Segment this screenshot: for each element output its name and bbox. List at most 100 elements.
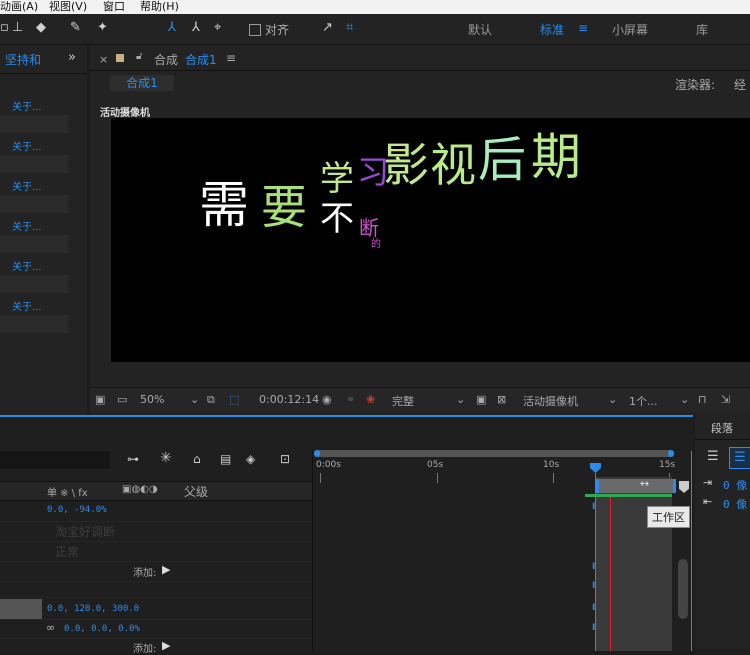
comp-color-swatch — [116, 54, 124, 62]
region-of-interest-icon[interactable]: ▣ — [95, 393, 105, 406]
scale-value[interactable]: 0.0, -94.0% — [47, 505, 107, 515]
chevron-down-icon[interactable]: ⌄ — [608, 393, 617, 406]
keyframe-marker[interactable]: I — [592, 562, 595, 572]
keyframe-marker[interactable]: I — [592, 623, 595, 633]
left-link[interactable]: 关于... — [12, 98, 42, 113]
camera-icon[interactable]: ◉ — [322, 393, 332, 406]
ruler-tick — [553, 473, 554, 483]
workspace-library[interactable]: 库 — [696, 21, 708, 38]
composition-viewer[interactable]: 需 要 学 习 不 断 的 影 视 后 期 — [111, 118, 750, 362]
frame-blending-icon[interactable]: ▤ — [220, 452, 231, 466]
view-axis-icon[interactable]: ⌖ — [214, 20, 221, 35]
keyframe-marker[interactable]: I — [592, 581, 595, 591]
vertical-scrollbar[interactable] — [678, 559, 688, 619]
shy-icon[interactable]: ⌂ — [193, 452, 201, 466]
align-left-icon[interactable]: ☰ — [707, 449, 719, 464]
position-value[interactable]: 0.0, 120.0, 300.0 — [47, 604, 139, 614]
left-link[interactable]: 关于... — [12, 178, 42, 193]
layer-row[interactable]: 0.0, -94.0% — [0, 501, 312, 522]
snap-checkbox[interactable] — [249, 24, 261, 36]
menu-help[interactable]: 帮助(H) — [140, 0, 179, 14]
left-link[interactable]: 关于... — [12, 298, 42, 313]
ghost-option: 正常 — [55, 545, 80, 559]
puppet-pin-icon[interactable]: ✦ — [97, 20, 108, 35]
lock-icon[interactable]: 🔓︎ — [136, 51, 142, 62]
navigator-end-handle[interactable] — [668, 450, 674, 457]
menu-window[interactable]: 窗口 — [103, 0, 125, 14]
layer-row[interactable]: 添加: ▶ — [0, 561, 312, 582]
fit-icon[interactable]: ⧉ — [207, 393, 215, 407]
graph-editor-icon[interactable]: ⊡ — [280, 452, 290, 466]
close-icon[interactable]: × — [99, 53, 108, 66]
snap-option-icon[interactable]: ↗ — [322, 20, 333, 35]
draft-3d-icon[interactable]: ✳ — [160, 450, 172, 466]
workspace-standard[interactable]: 标准 — [540, 21, 564, 38]
navigator-start-handle[interactable] — [314, 450, 320, 457]
layer-row[interactable]: ∞ 0.0, 0.0, 0.0% — [0, 620, 312, 639]
mask-toggle-icon[interactable]: ⬚ — [229, 393, 239, 406]
export-frame-icon[interactable]: ⇲ — [721, 393, 730, 406]
local-axis-icon[interactable]: ⅄ — [168, 20, 176, 35]
monitor-icon[interactable]: ▭ — [117, 393, 127, 406]
left-panel-title[interactable]: 坚持和 — [5, 51, 41, 68]
timecode[interactable]: 0:00:12:14 — [259, 393, 319, 406]
camera-select[interactable]: 活动摄像机 — [523, 393, 578, 409]
comp-flowchart-icon[interactable]: ⊶ — [127, 452, 139, 466]
views-select[interactable]: 1个... — [629, 393, 658, 409]
work-area-bar[interactable] — [596, 479, 676, 493]
viewer-text-duan: 断 — [359, 216, 379, 240]
chevron-down-icon[interactable]: ⌄ — [190, 393, 199, 406]
search-input[interactable] — [0, 451, 110, 469]
workspace-small-screen[interactable]: 小屏幕 — [612, 21, 648, 38]
sub-tab-comp[interactable]: 合成1 — [110, 75, 174, 91]
workspace-default[interactable]: 默认 — [468, 21, 492, 38]
layer-row[interactable]: 添加: ▶ — [0, 639, 312, 655]
zoom-select[interactable]: 50% — [140, 393, 164, 406]
roto-brush-icon[interactable]: ✎ — [70, 20, 81, 35]
layer-row[interactable] — [0, 581, 312, 598]
3d-view-icon[interactable]: ⊠ — [497, 393, 506, 406]
indent-first-icon[interactable]: ⇤ — [703, 495, 712, 508]
reset-exposure-icon[interactable]: ⊓ — [698, 393, 707, 406]
layer-row[interactable]: 正常 — [0, 541, 312, 562]
resolution-select[interactable]: 完整 — [392, 393, 414, 409]
menu-animation[interactable]: 动画(A) — [0, 0, 38, 14]
stamp-tool-icon[interactable]: ⊥ — [12, 20, 23, 35]
workspace-menu-icon[interactable]: ≡ — [578, 21, 588, 35]
left-link[interactable]: 关于... — [12, 218, 42, 233]
add-play-icon[interactable]: ▶ — [162, 639, 170, 652]
tab-paragraph[interactable]: 段落 — [711, 420, 733, 436]
renderer-value[interactable]: 经 — [734, 76, 746, 93]
snap-target-icon[interactable]: ⌗ — [346, 20, 353, 35]
playhead-head[interactable] — [590, 463, 601, 473]
add-play-icon[interactable]: ▶ — [162, 563, 170, 576]
chevron-down-icon[interactable]: ⌄ — [680, 393, 689, 406]
transparency-grid-icon[interactable]: ▣ — [476, 393, 486, 406]
indent-first-value[interactable]: 0 像 — [723, 496, 747, 512]
world-axis-icon[interactable]: ⅄ — [192, 20, 200, 35]
eraser-tool-icon[interactable]: ◆ — [36, 20, 46, 35]
motion-blur-icon[interactable]: ◈ — [246, 452, 255, 466]
indent-left-icon[interactable]: ⇥ — [703, 476, 712, 489]
snapshot-icon[interactable]: ⚭ — [346, 393, 355, 406]
layer-row[interactable]: 0.0, 120.0, 300.0 — [0, 599, 312, 620]
pan-behind-tool-icon[interactable]: ▫ — [0, 20, 9, 35]
time-navigator[interactable] — [316, 450, 673, 457]
layer-row[interactable]: 淘宝好调断 — [0, 521, 312, 542]
link-icon[interactable]: ∞ — [46, 621, 55, 634]
chevron-down-icon[interactable]: ⌄ — [456, 393, 465, 406]
left-link[interactable]: 关于... — [12, 258, 42, 273]
panel-menu-icon[interactable]: ≡ — [226, 51, 236, 65]
comp-end-marker[interactable] — [679, 481, 689, 493]
keyframe-marker[interactable]: I — [592, 603, 595, 613]
linked-value[interactable]: 0.0, 0.0, 0.0% — [64, 624, 140, 634]
layer-duration-bar[interactable] — [596, 477, 672, 651]
keyframe-marker[interactable]: I — [592, 502, 595, 512]
panel-expand-icon[interactable]: » — [68, 50, 76, 65]
left-link[interactable]: 关于... — [12, 138, 42, 153]
indent-left-value[interactable]: 0 像 — [723, 477, 747, 493]
color-channels-icon[interactable]: ❀ — [366, 393, 375, 406]
menu-view[interactable]: 视图(V) — [49, 0, 87, 14]
comp-tab-name[interactable]: 合成1 — [185, 51, 217, 68]
align-center-icon[interactable]: ☰ — [729, 447, 750, 469]
